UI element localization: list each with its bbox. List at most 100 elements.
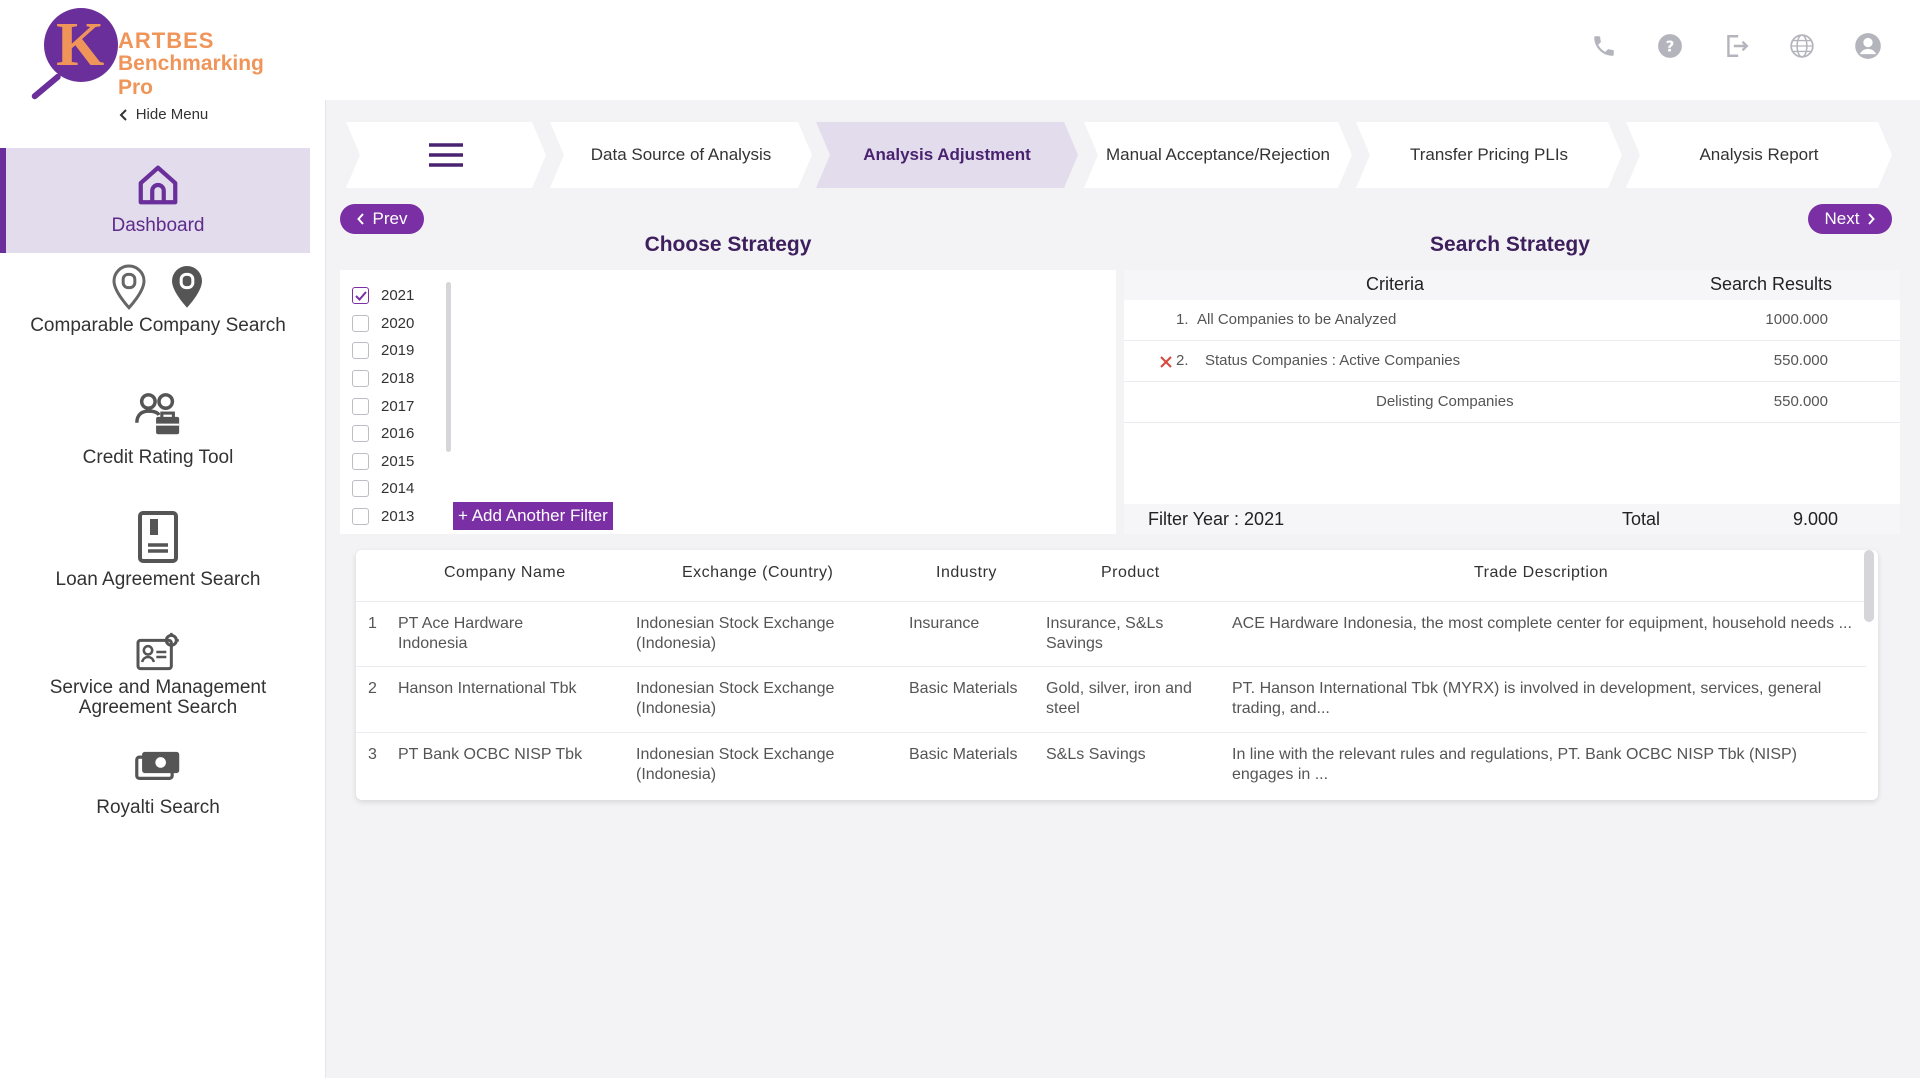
total-value: 9.000: [1792, 509, 1838, 529]
company-name: Hanson International Tbk: [398, 680, 577, 697]
year-list-scrollbar[interactable]: [446, 282, 451, 452]
globe-icon[interactable]: [1788, 32, 1816, 60]
criteria-text: Status Companies : Active Companies: [1205, 352, 1461, 369]
exchange-country: Indonesian Stock Exchange (Indonesia): [636, 746, 835, 783]
sidebar-item-label: Royalti Search: [96, 797, 220, 818]
chevron-right-icon: [1868, 213, 1876, 225]
table-scrollbar[interactable]: [1864, 550, 1874, 622]
location-pin-icon: [6, 262, 310, 310]
sidebar-item-royalti-search[interactable]: Royalti Search: [0, 748, 310, 834]
people-briefcase-icon: [6, 390, 310, 440]
sidebar-item-label: Credit Rating Tool: [82, 447, 234, 468]
check-icon: [354, 291, 367, 301]
search-strategy-header: Criteria Search Results: [1124, 270, 1900, 300]
year-checkbox[interactable]: [352, 452, 369, 470]
sidebar-item-comparable-company-search[interactable]: Comparable Company Search: [0, 262, 310, 352]
year-checkbox[interactable]: [352, 425, 369, 443]
criteria-text: Delisting Companies: [1376, 393, 1514, 410]
year-option[interactable]: 2021: [352, 282, 442, 310]
step-analysis-report[interactable]: Analysis Report: [1626, 122, 1892, 188]
year-checkbox[interactable]: [352, 342, 369, 360]
year-option[interactable]: 2013: [352, 503, 442, 531]
year-checkbox[interactable]: [352, 287, 369, 305]
help-icon[interactable]: ?: [1656, 32, 1684, 60]
choose-strategy-panel: 2021 2020 2019 2018 2017 2016 2015 2014 …: [340, 270, 1116, 534]
product: Insurance, S&Ls Savings: [1046, 615, 1164, 652]
next-label: Next: [1824, 209, 1860, 228]
brand-subtitle: Benchmarking Pro: [118, 52, 264, 99]
prev-button[interactable]: Prev: [340, 204, 424, 234]
criteria-row: 2. Status Companies : Active Companies 5…: [1124, 341, 1900, 382]
user-icon[interactable]: [1854, 32, 1882, 60]
year-label: 2019: [381, 342, 415, 360]
total-label: Total: [1622, 509, 1661, 529]
criteria-row: 1. All Companies to be Analyzed 1000.000: [1124, 300, 1900, 341]
table-row[interactable]: 1 PT Ace Hardware Indonesia Indonesian S…: [356, 601, 1866, 667]
product: Gold, silver, iron and steel: [1046, 680, 1192, 717]
trade-description: ACE Hardware Indonesia, the most complet…: [1232, 615, 1852, 632]
logo-letter: K: [56, 11, 105, 79]
table-row[interactable]: 2 Hanson International Tbk Indonesian St…: [356, 667, 1866, 733]
year-label: 2016: [381, 425, 415, 443]
criteria-number: 1.: [1176, 311, 1189, 328]
step-analysis-adjustment[interactable]: Analysis Adjustment: [816, 122, 1078, 188]
year-option[interactable]: 2019: [352, 337, 442, 365]
column-header-exchange[interactable]: Exchange (Country): [682, 564, 833, 582]
company-name: PT Bank OCBC NISP Tbk: [398, 746, 583, 763]
sidebar: Hide Menu Dashboard Comparable Company S…: [0, 100, 326, 1078]
year-option[interactable]: 2014: [352, 475, 442, 503]
year-label: 2017: [381, 397, 415, 415]
chevron-left-icon: [119, 108, 127, 121]
year-checkbox[interactable]: [352, 480, 369, 498]
sidebar-item-credit-rating-tool[interactable]: Credit Rating Tool: [0, 390, 310, 480]
column-header-company[interactable]: Company Name: [444, 564, 566, 582]
sidebar-item-service-management-search[interactable]: Service and Management Agreement Search: [0, 632, 310, 732]
home-icon: [6, 162, 310, 208]
year-option[interactable]: 2018: [352, 365, 442, 393]
choose-strategy-title: Choose Strategy: [644, 233, 812, 256]
year-option[interactable]: 2017: [352, 392, 442, 420]
sidebar-item-loan-agreement-search[interactable]: Loan Agreement Search: [0, 510, 310, 600]
criteria-column-header: Criteria: [1366, 274, 1425, 294]
chevron-left-icon: [356, 213, 364, 225]
criteria-result: 550.000: [1773, 352, 1828, 369]
top-header: K ARTBES Benchmarking Pro ?: [0, 0, 1920, 101]
logout-icon[interactable]: [1722, 32, 1750, 60]
results-column-header: Search Results: [1710, 274, 1833, 294]
year-option[interactable]: 2016: [352, 420, 442, 448]
step-menu[interactable]: [346, 122, 546, 188]
brand-logo[interactable]: K ARTBES Benchmarking Pro: [22, 8, 302, 101]
column-header-industry[interactable]: Industry: [936, 564, 997, 582]
next-button[interactable]: Next: [1808, 204, 1892, 234]
company-name: PT Ace Hardware Indonesia: [398, 615, 524, 652]
year-checkbox[interactable]: [352, 370, 369, 388]
column-header-product[interactable]: Product: [1101, 564, 1160, 582]
product: S&Ls Savings: [1046, 746, 1146, 763]
filter-year-label: Filter Year : 2021: [1148, 509, 1285, 529]
table-row[interactable]: 3 PT Bank OCBC NISP Tbk Indonesian Stock…: [356, 733, 1866, 799]
criteria-number: 2.: [1176, 352, 1189, 369]
search-strategy-footer: Filter Year : 2021 Total 9.000: [1124, 504, 1900, 534]
add-another-filter-button[interactable]: + Add Another Filter: [453, 502, 613, 530]
phone-icon[interactable]: [1590, 32, 1618, 60]
sidebar-item-label: Loan Agreement Search: [55, 569, 261, 590]
step-data-source[interactable]: Data Source of Analysis: [550, 122, 812, 188]
step-manual-acceptance[interactable]: Manual Acceptance/Rejection: [1084, 122, 1352, 188]
hide-menu-button[interactable]: Hide Menu: [0, 106, 326, 123]
year-checkbox[interactable]: [352, 314, 369, 332]
trade-description: PT. Hanson International Tbk (MYRX) is i…: [1232, 680, 1822, 717]
step-transfer-pricing-plis[interactable]: Transfer Pricing PLIs: [1356, 122, 1622, 188]
year-option[interactable]: 2020: [352, 310, 442, 338]
year-option[interactable]: 2012: [352, 530, 442, 534]
year-label: 2015: [381, 452, 415, 470]
remove-criteria-icon[interactable]: [1159, 355, 1173, 369]
column-header-trade-description[interactable]: Trade Description: [1474, 564, 1608, 582]
sidebar-item-dashboard[interactable]: Dashboard: [0, 148, 310, 253]
year-checkbox[interactable]: [352, 508, 369, 526]
year-filter-list: 2021 2020 2019 2018 2017 2016 2015 2014 …: [352, 282, 451, 534]
year-label: 2014: [381, 480, 415, 498]
year-checkbox[interactable]: [352, 397, 369, 415]
year-option[interactable]: 2015: [352, 448, 442, 476]
industry: Basic Materials: [909, 746, 1018, 763]
criteria-text: All Companies to be Analyzed: [1197, 311, 1397, 328]
